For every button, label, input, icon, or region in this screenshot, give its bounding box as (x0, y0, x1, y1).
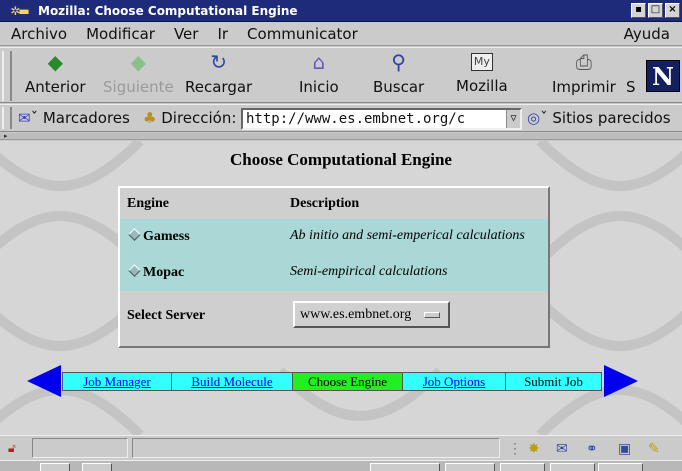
mozilla-button[interactable]: My Mozilla (456, 50, 508, 95)
menu-bar: Archivo Modificar Ver Ir Communicator Ay… (0, 22, 682, 46)
back-arrow-icon: ◆ (47, 50, 63, 74)
mozilla-icon: My (470, 53, 493, 71)
taskbar-item[interactable] (40, 463, 70, 471)
engine-description: Ab initio and semi-emperical calculation… (290, 228, 525, 243)
address-label: ♣ Dirección: (143, 109, 237, 127)
engine-description: Semi-empirical calculations (290, 264, 448, 279)
menu-communicator[interactable]: Communicator (236, 25, 366, 43)
bookmarks-label: Marcadores (42, 109, 130, 127)
mail-component-icon[interactable]: ✉ (556, 440, 568, 457)
maximize-button[interactable]: □ (648, 3, 663, 18)
search-label: Buscar (373, 78, 425, 96)
table-row: Mopac Semi-empirical calculations (120, 255, 548, 291)
table-row: Gamess Ab initio and semi-emperical calc… (120, 219, 548, 255)
taskbar-item[interactable] (550, 463, 595, 471)
server-select[interactable]: www.es.embnet.org (293, 301, 450, 328)
bookmarks-icon: ✉ (18, 109, 31, 127)
forward-label: Siguiente (103, 78, 174, 96)
back-label: Anterior (25, 78, 86, 96)
address-book-component-icon[interactable]: ▣ (618, 440, 631, 457)
taskbar-item[interactable] (500, 463, 545, 471)
forward-button[interactable]: ◆ Siguiente (103, 50, 174, 96)
window-title: Mozilla: Choose Computational Engine (38, 3, 298, 18)
option-menu-indicator-icon (424, 312, 440, 318)
taskbar-item[interactable] (82, 463, 112, 471)
nav-build-molecule[interactable]: Build Molecule (172, 373, 293, 390)
navigator-component-icon[interactable]: ✸ (528, 440, 540, 457)
select-server-label: Select Server (127, 308, 206, 323)
mozilla-label: Mozilla (456, 77, 508, 95)
progress-cell (32, 438, 128, 458)
desktop-taskbar (0, 460, 682, 471)
close-button[interactable]: × (665, 3, 680, 18)
status-grip-icon: ⋮ (508, 440, 522, 456)
previous-step-arrow-icon[interactable] (27, 365, 61, 397)
taskbar-item[interactable] (598, 463, 643, 471)
back-button[interactable]: ◆ Anterior (25, 50, 86, 96)
home-icon: ⌂ (312, 50, 326, 74)
engine-column-header: Engine (127, 196, 170, 211)
reload-icon: ↻ (210, 50, 227, 74)
home-button[interactable]: ⌂ Inicio (299, 50, 339, 96)
address-drag-icon[interactable]: ♣ (143, 109, 156, 127)
nav-job-options[interactable]: Job Options (403, 373, 506, 390)
page-title: Choose Computational Engine (230, 150, 452, 169)
menu-ayuda[interactable]: Ayuda (613, 25, 682, 43)
security-lock-icon[interactable]: 🔓︎ (8, 441, 24, 455)
menu-modificar[interactable]: Modificar (75, 25, 163, 43)
reload-button[interactable]: ↻ Recargar (185, 50, 252, 96)
related-sites-label: Sitios parecidos (552, 109, 671, 127)
title-bar: ✲▬ Mozilla: Choose Computational Engine … (0, 0, 682, 22)
taskbar-item[interactable] (370, 463, 440, 471)
reload-label: Recargar (185, 78, 253, 96)
forward-arrow-icon: ◆ (130, 50, 147, 74)
related-sites-button[interactable]: ◎ˇ Sitios parecidos (527, 109, 671, 127)
window-menu-icon[interactable]: ✲▬ (4, 3, 34, 19)
menu-ir[interactable]: Ir (206, 25, 236, 43)
navigation-toolbar: ◆ Anterior ◆ Siguiente ↻ Recargar ⌂ Inic… (0, 47, 682, 103)
composer-component-icon[interactable]: ✎ (648, 440, 660, 457)
netscape-logo[interactable]: N (646, 60, 680, 92)
expand-arrow-icon[interactable]: ▸ (4, 133, 8, 140)
table-header: Engine Description (120, 188, 548, 219)
security-button[interactable]: S (626, 78, 636, 96)
engine-selection-panel: Engine Description Gamess Ab initio and … (118, 186, 550, 348)
print-button[interactable]: ⎙ Imprimir (552, 50, 616, 96)
minimize-button[interactable]: ▪ (631, 3, 646, 18)
nav-submit-job[interactable]: Submit Job (506, 373, 601, 390)
status-text-cell (132, 438, 500, 458)
menu-ver[interactable]: Ver (163, 25, 207, 43)
search-icon: ⚲ (391, 50, 406, 74)
menu-archivo[interactable]: Archivo (0, 25, 75, 43)
print-label: Imprimir (552, 78, 616, 96)
radio-button[interactable] (128, 228, 141, 241)
collapsed-toolbar-strip[interactable]: ▸ (0, 133, 682, 140)
url-dropdown-icon[interactable]: ▽ (506, 110, 520, 128)
nav-choose-engine: Choose Engine (293, 373, 403, 390)
search-button[interactable]: ⚲ Buscar (373, 50, 424, 96)
engine-option-gamess[interactable]: Gamess (128, 228, 190, 245)
bookmarks-button[interactable]: ✉ˇ Marcadores (18, 109, 130, 127)
next-step-arrow-icon[interactable] (604, 365, 638, 397)
url-input[interactable]: http://www.es.embnet.org/c ▽ (241, 108, 522, 130)
page-content: Choose Computational Engine Engine Descr… (0, 141, 682, 435)
printer-icon: ⎙ (575, 50, 592, 74)
engine-option-mopac[interactable]: Mopac (128, 264, 184, 281)
newsgroups-component-icon[interactable]: ⚭ (586, 440, 598, 457)
radio-button[interactable] (128, 264, 141, 277)
related-sites-icon: ◎ (527, 109, 541, 127)
home-label: Inicio (299, 78, 339, 96)
locationbar-grip[interactable] (2, 107, 12, 129)
status-bar: 🔓︎ ⋮ ✸ ✉ ⚭ ▣ ✎ (0, 435, 682, 460)
security-label: S (626, 78, 636, 96)
nav-job-manager[interactable]: Job Manager (63, 373, 172, 390)
taskbar-item[interactable] (445, 463, 495, 471)
description-column-header: Description (290, 196, 360, 211)
location-bar: ✉ˇ Marcadores ♣ Dirección: http://www.es… (0, 104, 682, 132)
toolbar-grip[interactable] (2, 51, 12, 101)
job-steps-nav: Job Manager Build Molecule Choose Engine… (62, 372, 602, 391)
